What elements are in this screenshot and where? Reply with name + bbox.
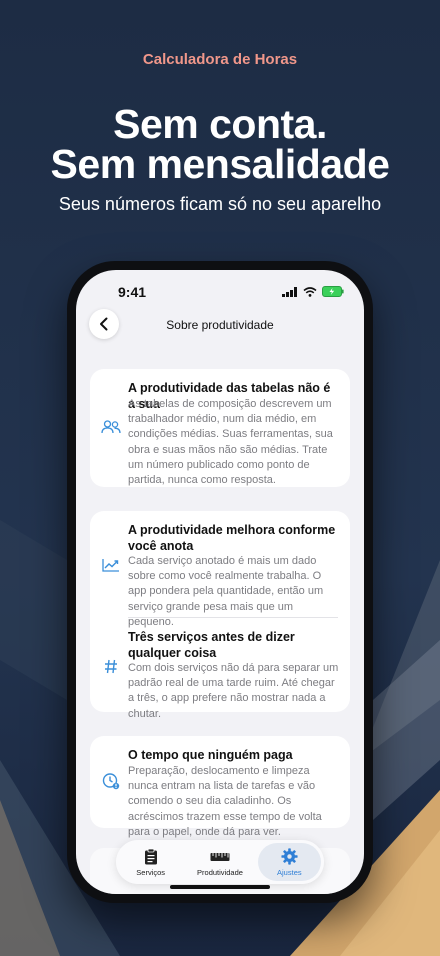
tab-produtividade[interactable]: Produtividade bbox=[185, 840, 254, 884]
nav-title: Sobre produtividade bbox=[166, 318, 274, 332]
clock-alert-icon bbox=[100, 770, 122, 792]
trend-up-icon bbox=[100, 554, 122, 576]
info-item-title: A produtividade melhora conforme você an… bbox=[128, 523, 336, 553]
status-time: 9:41 bbox=[118, 284, 147, 300]
clipboard-icon bbox=[144, 848, 158, 866]
tab-servicos[interactable]: Serviços bbox=[116, 840, 185, 884]
battery-icon bbox=[322, 286, 344, 297]
info-item-body: Com dois serviços não dá para separar um… bbox=[128, 662, 339, 720]
tab-label: Ajustes bbox=[277, 867, 302, 877]
headline: Sem conta. Sem mensalidade bbox=[0, 101, 440, 187]
phone-frame: 9:41 Sobre produtividade A produtividade… bbox=[67, 261, 373, 903]
tab-bar: Serviços Produtividade Ajustes bbox=[116, 840, 324, 884]
divider bbox=[128, 617, 338, 618]
info-item-body: Cada serviço anotado é mais um dado sobr… bbox=[128, 555, 324, 628]
tab-label: Serviços bbox=[136, 867, 166, 877]
info-item-title: O tempo que ninguém paga bbox=[128, 748, 293, 762]
ruler-icon bbox=[210, 848, 230, 866]
info-card: A produtividade melhora conforme você an… bbox=[90, 511, 350, 720]
headline-line-2: Sem mensalidade bbox=[50, 141, 390, 187]
status-bar: 9:41 bbox=[76, 284, 364, 304]
info-item-body: As tabelas de composição descrevem um tr… bbox=[128, 398, 333, 487]
phone-screen: 9:41 Sobre produtividade A produtividade… bbox=[76, 270, 364, 894]
gear-icon bbox=[281, 848, 298, 866]
signal-icon bbox=[282, 286, 297, 297]
headline-line-1: Sem conta. bbox=[113, 101, 327, 147]
info-card: A produtividade das tabelas não é a sua … bbox=[90, 369, 350, 487]
tab-ajustes[interactable]: Ajustes bbox=[255, 840, 324, 884]
hashtag-icon bbox=[100, 655, 122, 677]
info-card: O tempo que ninguém paga Preparação, des… bbox=[90, 736, 350, 838]
app-name: Calculadora de Horas bbox=[142, 51, 298, 68]
home-indicator bbox=[170, 885, 270, 889]
wifi-icon bbox=[303, 286, 317, 297]
people-icon bbox=[100, 416, 122, 438]
info-item-title: Três serviços antes de dizer qualquer co… bbox=[128, 630, 295, 660]
info-item-body: Preparação, deslocamento e limpeza nunca… bbox=[128, 765, 322, 838]
tab-label: Produtividade bbox=[197, 867, 243, 877]
subheadline: Seus números ficam só no seu aparelho bbox=[58, 194, 382, 214]
